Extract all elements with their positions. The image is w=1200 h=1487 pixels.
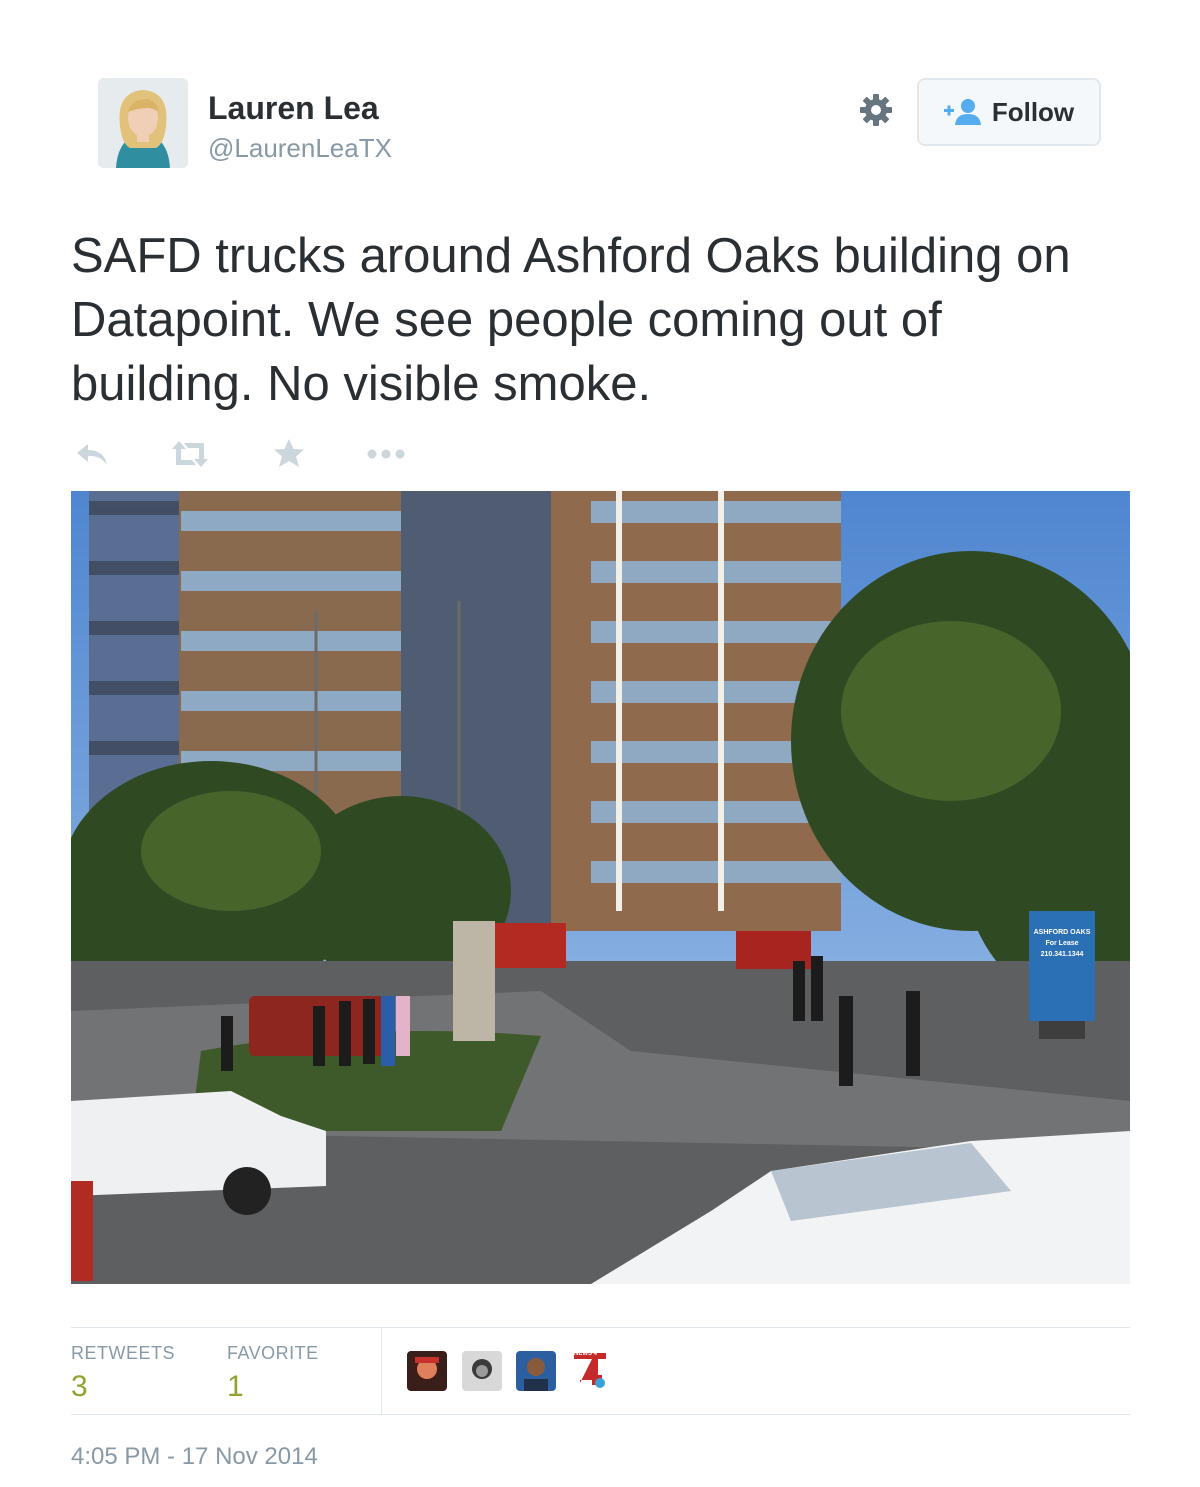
favorites-count[interactable]: 1 <box>227 1370 244 1404</box>
stats-bottom-divider <box>71 1414 1130 1415</box>
lease-sign-text: ASHFORD OAKS For Lease 210.341.1344 <box>1033 929 1091 958</box>
tweet-timestamp[interactable]: 4:05 PM - 17 Nov 2014 <box>71 1443 318 1471</box>
retweets-count[interactable]: 3 <box>71 1370 88 1404</box>
retweets-label[interactable]: RETWEETS <box>71 1343 175 1364</box>
building-photo <box>71 491 1130 1284</box>
stats-top-divider <box>71 1327 1130 1328</box>
favorite-star-icon[interactable] <box>272 436 306 472</box>
gear-icon[interactable] <box>858 92 894 128</box>
news-badge-text: NEWS 4 <box>574 1351 598 1357</box>
follow-button[interactable]: Follow <box>917 78 1101 146</box>
favoriter-news-logo[interactable]: NEWS 4 <box>570 1351 610 1391</box>
retweet-icon[interactable] <box>170 436 210 472</box>
follow-label: Follow <box>991 96 1075 127</box>
display-name[interactable]: Lauren Lea <box>208 90 379 127</box>
more-icon[interactable] <box>366 436 406 472</box>
add-user-icon <box>943 99 981 125</box>
stats-vertical-divider <box>381 1328 382 1414</box>
reply-icon[interactable] <box>74 436 110 472</box>
favorites-label[interactable]: FAVORITE <box>227 1343 319 1364</box>
tweet-text: SAFD trucks around Ashford Oaks building… <box>71 229 1071 411</box>
favoriter-avatar[interactable] <box>516 1351 556 1391</box>
avatar[interactable] <box>98 78 188 168</box>
tweet-photo[interactable]: ASHFORD OAKS For Lease 210.341.1344 <box>71 491 1130 1284</box>
favoriter-avatar[interactable] <box>407 1351 447 1391</box>
favoriter-avatar[interactable] <box>462 1351 502 1391</box>
user-handle[interactable]: @LaurenLeaTX <box>208 133 392 164</box>
